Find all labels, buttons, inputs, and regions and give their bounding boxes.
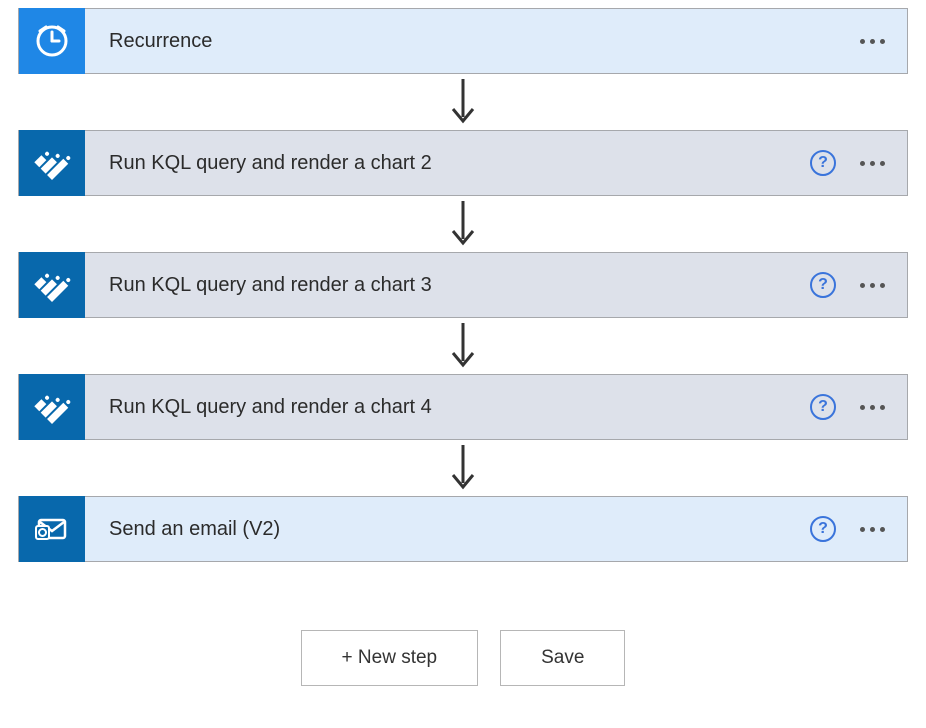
clock-icon <box>19 8 85 74</box>
step-title: Run KQL query and render a chart 2 <box>85 152 810 175</box>
arrow-connector <box>18 196 908 252</box>
flow-designer: Recurrence Run KQL query and r <box>0 0 926 706</box>
more-icon[interactable] <box>858 277 887 294</box>
email-icon <box>19 496 85 562</box>
step-kql-4[interactable]: Run KQL query and render a chart 4 ? <box>18 374 908 440</box>
more-icon[interactable] <box>858 399 887 416</box>
kql-icon <box>19 130 85 196</box>
step-actions: ? <box>810 394 907 420</box>
step-kql-2[interactable]: Run KQL query and render a chart 2 ? <box>18 130 908 196</box>
step-actions <box>858 33 907 50</box>
save-button[interactable]: Save <box>500 630 625 686</box>
kql-icon <box>19 252 85 318</box>
more-icon[interactable] <box>858 33 887 50</box>
arrow-connector <box>18 440 908 496</box>
step-actions: ? <box>810 272 907 298</box>
step-title: Recurrence <box>85 30 858 53</box>
help-icon[interactable]: ? <box>810 150 836 176</box>
arrow-connector <box>18 74 908 130</box>
more-icon[interactable] <box>858 155 887 172</box>
step-title: Run KQL query and render a chart 3 <box>85 274 810 297</box>
more-icon[interactable] <box>858 521 887 538</box>
help-icon[interactable]: ? <box>810 272 836 298</box>
bottom-toolbar: + New step Save <box>18 630 908 686</box>
help-icon[interactable]: ? <box>810 516 836 542</box>
arrow-connector <box>18 318 908 374</box>
step-send-email[interactable]: Send an email (V2) ? <box>18 496 908 562</box>
help-icon[interactable]: ? <box>810 394 836 420</box>
step-actions: ? <box>810 516 907 542</box>
new-step-button[interactable]: + New step <box>301 630 479 686</box>
step-kql-3[interactable]: Run KQL query and render a chart 3 ? <box>18 252 908 318</box>
step-title: Send an email (V2) <box>85 518 810 541</box>
step-recurrence[interactable]: Recurrence <box>18 8 908 74</box>
kql-icon <box>19 374 85 440</box>
step-title: Run KQL query and render a chart 4 <box>85 396 810 419</box>
step-actions: ? <box>810 150 907 176</box>
